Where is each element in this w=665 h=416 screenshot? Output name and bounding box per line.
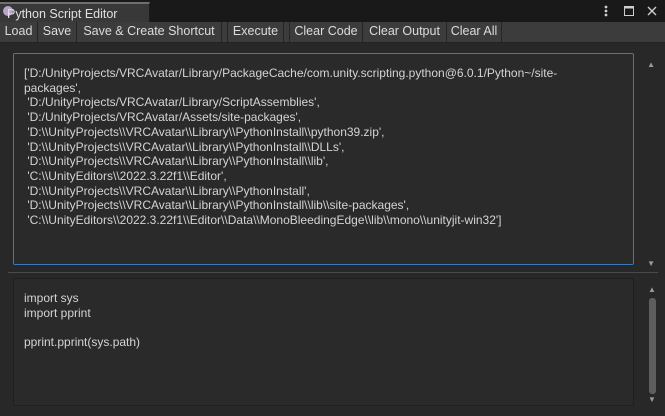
code-editor[interactable]: import sys import pprint pprint.pprint(s… (13, 278, 634, 406)
splitter[interactable] (8, 272, 658, 273)
window-title: Python Script Editor (7, 7, 118, 21)
title-bar: Python Script Editor (0, 0, 665, 22)
scroll-down-icon[interactable]: ▼ (647, 259, 655, 268)
maximize-icon[interactable] (622, 4, 636, 18)
output-text: ['D:/UnityProjects/VRCAvatar/Library/Pac… (24, 66, 558, 228)
editor-tab[interactable]: Python Script Editor (0, 2, 150, 22)
output-area[interactable]: ['D:/UnityProjects/VRCAvatar/Library/Pac… (13, 53, 634, 265)
code-scrollbar[interactable]: ▲ ▼ (647, 285, 657, 404)
save-button[interactable]: Save (38, 22, 77, 42)
code-scrollbar-thumb[interactable] (649, 298, 656, 394)
scroll-up-icon[interactable]: ▲ (647, 60, 655, 69)
code-scroll-down-icon[interactable]: ▼ (648, 395, 656, 404)
save-create-shortcut-button[interactable]: Save & Create Shortcut (77, 22, 222, 42)
load-button[interactable]: Load (0, 22, 38, 42)
code-scroll-up-icon[interactable]: ▲ (648, 285, 656, 294)
more-options-icon[interactable] (599, 4, 613, 18)
clear-all-button[interactable]: Clear All (447, 22, 502, 42)
clear-code-button[interactable]: Clear Code (289, 22, 363, 42)
clear-output-button[interactable]: Clear Output (363, 22, 447, 42)
execute-button[interactable]: Execute (227, 22, 284, 42)
code-text: import sys import pprint pprint.pprint(s… (24, 291, 141, 350)
toolbar: Load Save Save & Create Shortcut Execute… (0, 22, 665, 43)
close-icon[interactable] (645, 4, 659, 18)
